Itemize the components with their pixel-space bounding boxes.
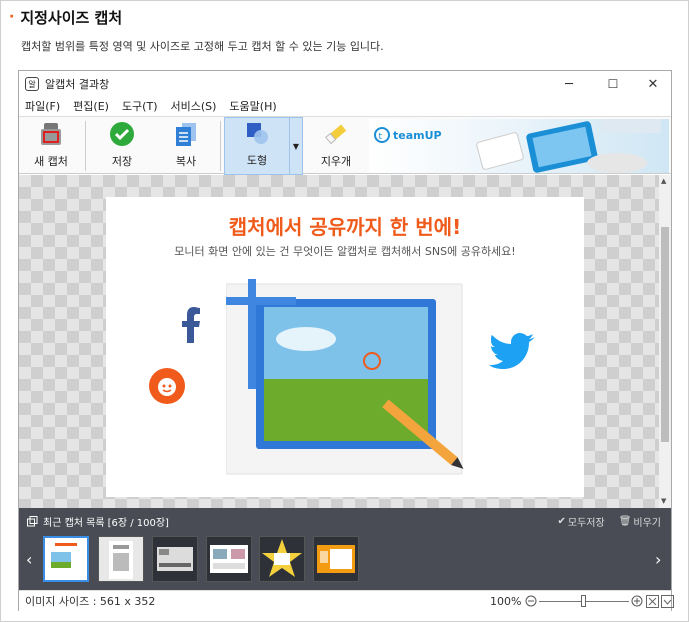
kakaostory-icon (149, 368, 185, 404)
section-description: 캡처할 범위를 특정 영역 및 사이즈로 고정해 두고 캡처 할 수 있는 기능… (21, 40, 384, 53)
window-stack-icon (27, 516, 38, 527)
scroll-thumb[interactable] (661, 227, 669, 442)
zoom-in-icon[interactable] (631, 595, 643, 607)
save-all-button[interactable]: ✔ 모두저장 (557, 514, 604, 529)
new-capture-label: 새 캡처 (34, 155, 68, 168)
next-arrow-icon[interactable]: › (655, 550, 661, 569)
save-all-label: 모두저장 (567, 518, 605, 529)
recent-captures-count: [6장 / 100장] (107, 518, 169, 529)
shape-label: 도형 (246, 154, 268, 167)
save-label: 저장 (111, 155, 133, 168)
teamup-banner[interactable]: t teamUP (369, 119, 669, 173)
chevron-down-icon: ▼ (292, 141, 300, 151)
menu-tools[interactable]: 도구(T) (122, 98, 158, 114)
facebook-icon (182, 307, 200, 343)
image-subline: 모니터 화면 안에 있는 건 무엇이든 알캡처로 캡처해서 SNS에 공유하세요… (174, 245, 516, 258)
new-capture-button[interactable]: 새 캡처 (25, 117, 77, 175)
copy-icon (173, 121, 199, 147)
product-illustration (225, 279, 466, 479)
menu-help[interactable]: 도움말(H) (229, 98, 276, 114)
recent-captures-header: 최근 캡처 목록 [6장 / 100장] (27, 514, 169, 529)
window-title: 알캡처 결과창 (45, 78, 110, 91)
recent-captures-panel: 최근 캡처 목록 [6장 / 100장] ✔ 모두저장 🗑 비우기 ‹ › (19, 508, 671, 590)
image-size: 이미지 사이즈 : 561 x 352 (25, 595, 156, 608)
maximize-button[interactable]: ☐ (593, 71, 633, 97)
eraser-icon (323, 121, 349, 147)
recent-captures-label: 최근 캡처 목록 (43, 518, 105, 529)
minimize-button[interactable]: ─ (549, 71, 589, 97)
capture-thumbnail[interactable] (152, 536, 198, 582)
zoom-slider-thumb[interactable] (581, 595, 587, 607)
close-button[interactable]: ✕ (633, 71, 673, 97)
capture-thumbnail[interactable] (259, 536, 305, 582)
eraser-button[interactable]: 지우개 (311, 117, 361, 175)
shape-icon (244, 120, 270, 146)
zoom-control: 100% (490, 594, 675, 608)
capture-thumbnail[interactable] (43, 536, 89, 582)
prev-arrow-icon[interactable]: ‹ (26, 550, 32, 569)
shape-button[interactable]: 도형 (224, 117, 290, 175)
menu-file[interactable]: 파일(F) (25, 98, 60, 114)
save-button[interactable]: 저장 (97, 117, 147, 175)
toolbar-divider (85, 121, 86, 171)
scroll-up-icon[interactable]: ▲ (661, 177, 666, 185)
bullet-icon: · (9, 9, 15, 25)
check-icon (109, 121, 135, 147)
trash-icon: 🗑 (618, 516, 632, 527)
capture-thumbnail[interactable] (313, 536, 359, 582)
new-capture-icon (38, 121, 64, 147)
check-icon: ✔ (557, 516, 566, 527)
clear-button[interactable]: 🗑 비우기 (619, 514, 661, 529)
app-icon: 알 (25, 77, 39, 91)
twitter-icon (489, 333, 535, 369)
banner-illustration (476, 119, 661, 173)
status-bar: 이미지 사이즈 : 561 x 352 100% (19, 590, 675, 611)
menu-edit[interactable]: 편집(E) (73, 98, 109, 114)
vertical-scrollbar[interactable]: ▲ ▼ (659, 175, 671, 508)
section-heading: · 지정사이즈 캡처 (9, 6, 122, 28)
section-title: 지정사이즈 캡처 (20, 8, 123, 27)
zoom-slider[interactable] (539, 595, 630, 607)
zoom-out-icon[interactable] (525, 595, 537, 607)
eraser-label: 지우개 (320, 155, 352, 168)
captured-image: 캡처에서 공유까지 한 번에! 모니터 화면 안에 있는 건 무엇이든 알캡처로… (106, 197, 584, 497)
menu-bar: 파일(F) 편집(E) 도구(T) 서비스(S) 도움말(H) (19, 97, 671, 115)
clear-label: 비우기 (633, 518, 661, 529)
copy-button[interactable]: 복사 (161, 117, 211, 175)
zoom-level: 100% (490, 594, 522, 608)
capture-thumbnail[interactable] (98, 536, 144, 582)
toolbar-divider (220, 121, 221, 171)
toolbar: 새 캡처 저장 복사 도형 ▼ 지우개 t teamUP (19, 116, 671, 175)
copy-label: 복사 (175, 155, 197, 168)
shape-dropdown-button[interactable]: ▼ (289, 117, 303, 175)
alcapture-result-window: 알 알캡처 결과창 ─ ☐ ✕ 파일(F) 편집(E) 도구(T) 서비스(S)… (18, 70, 675, 611)
capture-thumbnail[interactable] (206, 536, 252, 582)
view-dropdown-icon[interactable] (661, 594, 675, 608)
image-headline: 캡처에서 공유까지 한 번에! (228, 215, 462, 239)
fit-screen-icon[interactable] (646, 594, 660, 608)
recent-actions: ✔ 모두저장 🗑 비우기 (557, 514, 661, 529)
capture-canvas[interactable]: 캡처에서 공유까지 한 번에! 모니터 화면 안에 있는 건 무엇이든 알캡처로… (19, 175, 659, 508)
scroll-down-icon[interactable]: ▼ (661, 497, 666, 505)
menu-service[interactable]: 서비스(S) (170, 98, 216, 114)
